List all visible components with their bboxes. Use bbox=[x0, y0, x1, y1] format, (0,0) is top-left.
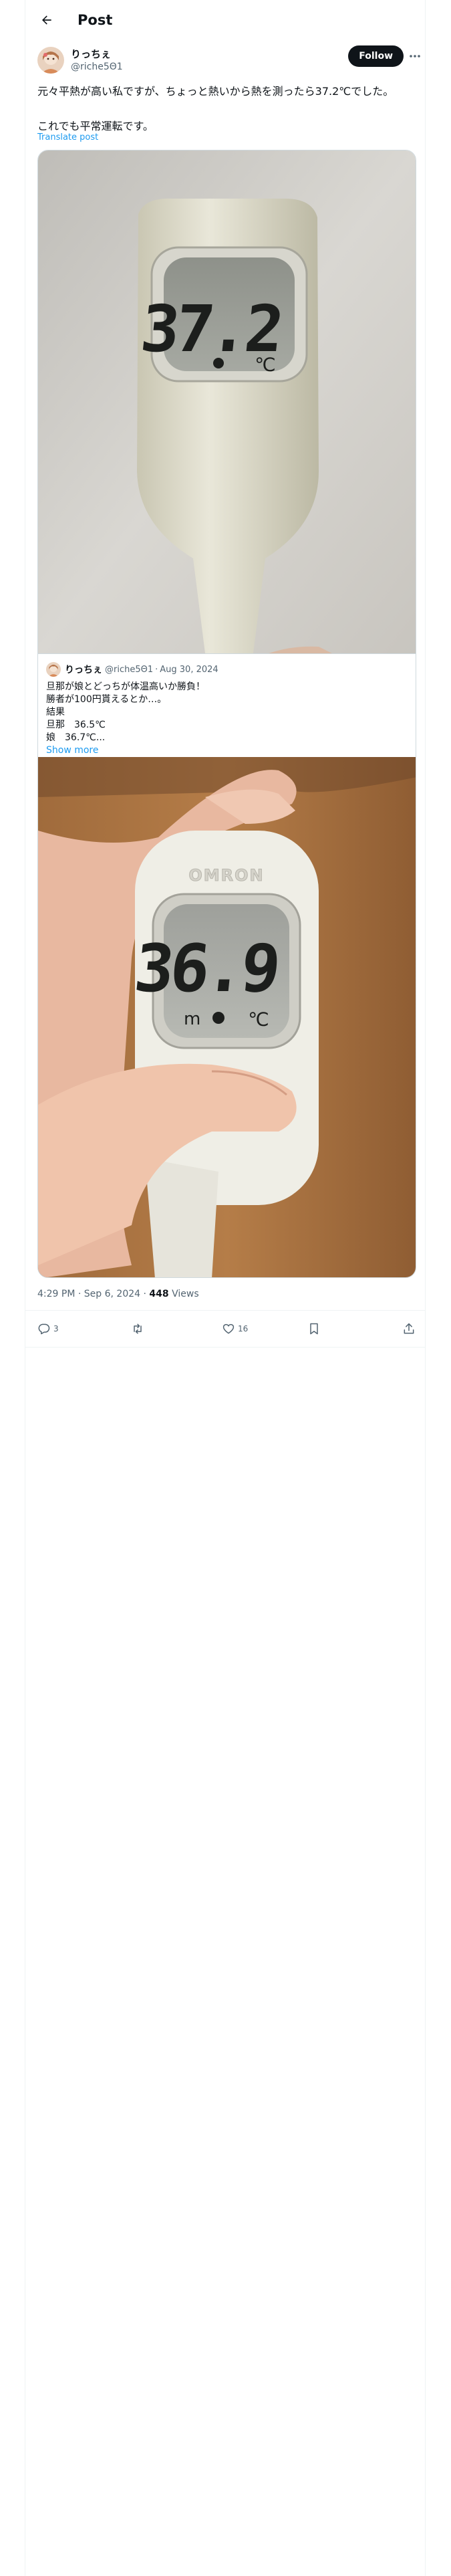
separator-dot: · bbox=[78, 1289, 82, 1299]
post-time[interactable]: 4:29 PM bbox=[37, 1289, 75, 1299]
separator-dot: · bbox=[155, 664, 158, 675]
post-author: りっちぇ @riche5Θ1 Follow bbox=[37, 44, 422, 76]
show-more-link[interactable]: Show more bbox=[46, 744, 407, 757]
right-divider bbox=[425, 0, 426, 2576]
quoted-text-line: 娘 36.7℃... bbox=[46, 732, 106, 743]
action-bar: 3 16 bbox=[37, 1319, 422, 1339]
quoted-author-name: りっちぇ bbox=[65, 665, 102, 675]
quoted-photo[interactable]: OMRON 36.9 m ℃ bbox=[38, 757, 416, 1277]
divider bbox=[25, 1347, 425, 1348]
arrow-left-icon bbox=[42, 15, 51, 25]
heart-icon bbox=[222, 1323, 235, 1334]
post-photo[interactable]: 37.2 ℃ bbox=[38, 150, 416, 653]
repost-button[interactable] bbox=[131, 1319, 147, 1339]
quoted-post-date: Aug 30, 2024 bbox=[160, 664, 218, 675]
views-label: Views bbox=[172, 1289, 199, 1299]
follow-button[interactable]: Follow bbox=[348, 45, 404, 67]
thermometer-unit: ℃ bbox=[255, 354, 275, 376]
thermometer-unit: ℃ bbox=[248, 1008, 269, 1031]
post-date[interactable]: Sep 6, 2024 bbox=[84, 1289, 140, 1299]
avatar bbox=[46, 662, 61, 677]
page-title: Post bbox=[78, 12, 113, 28]
quoted-text-line: 結果 bbox=[46, 707, 65, 718]
post-text-line: 元々平熱が高い私ですが、ちょっと熱いから熱を測ったら37.2℃でした。 bbox=[37, 85, 394, 98]
page-header: Post bbox=[25, 0, 425, 40]
more-button[interactable] bbox=[408, 49, 422, 63]
reply-button[interactable]: 3 bbox=[37, 1319, 59, 1339]
bookmark-button[interactable] bbox=[307, 1319, 321, 1339]
quoted-post-text: 旦那が娘とどっちが体温高いか勝負！ 勝者が100円貰えるとか…。 結果 旦那 3… bbox=[46, 681, 407, 757]
repost-icon bbox=[134, 1323, 142, 1334]
share-button[interactable] bbox=[402, 1319, 416, 1339]
quoted-text-line: 勝者が100円貰えるとか…。 bbox=[46, 694, 167, 705]
bookmark-icon bbox=[310, 1323, 318, 1335]
thermometer-brand: OMRON bbox=[188, 866, 264, 885]
media-card: 37.2 ℃ りっちぇ @riche5Θ1 · Aug 30, 2024 旦那が… bbox=[37, 150, 416, 1278]
share-icon bbox=[404, 1323, 414, 1334]
divider bbox=[25, 1310, 425, 1311]
quoted-author-handle: @riche5Θ1 bbox=[105, 664, 154, 675]
quoted-text-line: 旦那 36.5℃ bbox=[46, 720, 106, 730]
post-meta: 4:29 PM · Sep 6, 2024 · 448 Views bbox=[37, 1289, 199, 1299]
quoted-text-line: 旦那が娘とどっちが体温高いか勝負！ bbox=[46, 681, 205, 692]
svg-text:m: m bbox=[184, 1009, 200, 1029]
separator-dot: · bbox=[143, 1289, 146, 1299]
translate-post-link[interactable]: Translate post bbox=[37, 132, 98, 142]
like-button[interactable]: 16 bbox=[222, 1319, 248, 1339]
avatar[interactable] bbox=[37, 47, 64, 74]
quoted-post-header: りっちぇ @riche5Θ1 · Aug 30, 2024 bbox=[46, 661, 218, 678]
author-handle[interactable]: @riche5Θ1 bbox=[71, 61, 123, 73]
views-count: 448 bbox=[149, 1289, 169, 1299]
thermometer-reading: 36.9 bbox=[131, 931, 281, 1007]
post-text: 元々平熱が高い私ですが、ちょっと熱いから熱を測ったら37.2℃でした。 これでも… bbox=[37, 83, 432, 135]
author-display-name[interactable]: りっちぇ bbox=[71, 47, 123, 61]
reply-icon bbox=[38, 1323, 50, 1335]
more-dots-icon bbox=[410, 55, 420, 58]
like-count: 16 bbox=[238, 1324, 249, 1333]
back-button[interactable] bbox=[35, 8, 59, 32]
reply-count: 3 bbox=[53, 1324, 59, 1333]
